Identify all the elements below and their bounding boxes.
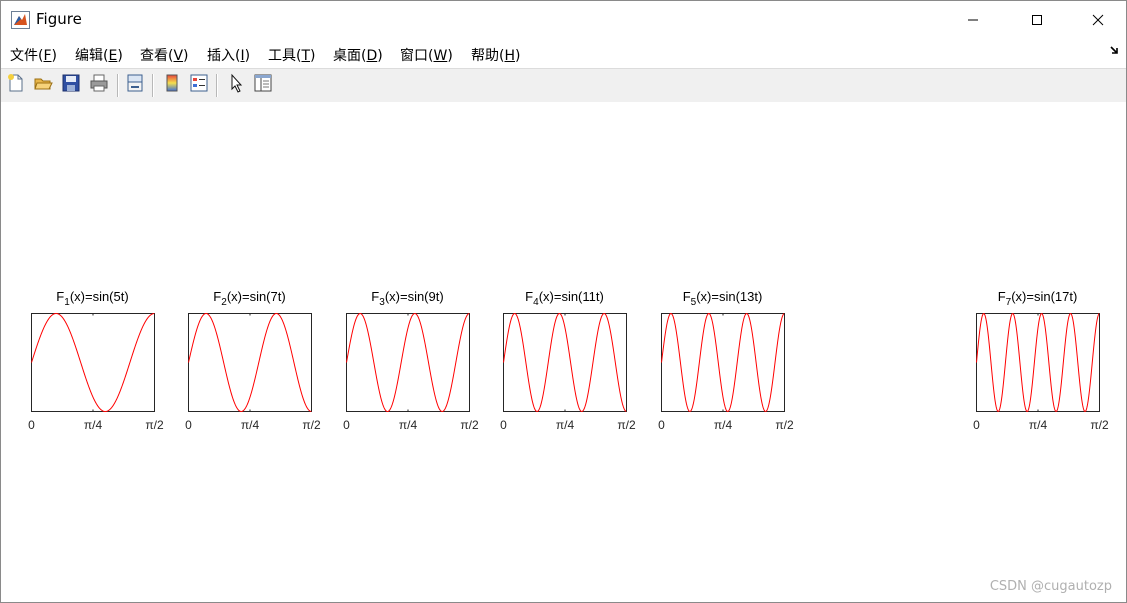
x-tick-label: π/4	[84, 418, 103, 432]
property-inspector-icon	[253, 73, 273, 97]
toolbar-separator	[152, 74, 154, 97]
subplot-title: F4(x)=sin(11t)	[525, 289, 604, 308]
subplot-axes: F1(x)=sin(5t) 0 π/4 π/2	[28, 289, 164, 432]
colorbar-button[interactable]	[161, 74, 183, 96]
menu-help[interactable]: 帮助(H)	[471, 45, 520, 65]
x-tick-label: 0	[973, 418, 980, 432]
toolbar-separator	[117, 74, 119, 97]
open-file-button[interactable]	[32, 74, 54, 96]
subplot-title: F2(x)=sin(7t)	[213, 289, 285, 308]
subplot-axes: F4(x)=sin(11t) 0 π/4 π/2	[500, 289, 636, 432]
close-button[interactable]	[1075, 1, 1121, 39]
x-tick-label: π/2	[145, 418, 164, 432]
dock-figure-icon[interactable]	[1109, 44, 1121, 59]
subplot-axes: F2(x)=sin(7t) 0 π/4 π/2	[185, 289, 321, 432]
edit-plot-icon	[226, 73, 246, 97]
title-bar[interactable]: Figure	[1, 1, 1126, 39]
x-tick-label: π/4	[556, 418, 575, 432]
menu-bar: 文件(F) 编辑(E) 查看(V) 插入(I) 工具(T) 桌面(D) 窗口(W…	[1, 39, 1126, 68]
subplot-title: F5(x)=sin(13t)	[683, 289, 763, 308]
menu-insert[interactable]: 插入(I)	[207, 45, 250, 65]
watermark: CSDN @cugautozp	[989, 579, 1112, 594]
legend-icon	[189, 73, 209, 97]
x-tick-label: π/2	[617, 418, 636, 432]
menu-view[interactable]: 查看(V)	[140, 45, 189, 65]
toolbar-separator	[216, 74, 218, 97]
window-title: Figure	[36, 10, 82, 28]
edit-plot-button[interactable]	[225, 73, 247, 97]
property-inspector-button[interactable]	[252, 74, 274, 96]
subplot-axes: F5(x)=sin(13t) 0 π/4 π/2	[658, 289, 794, 432]
new-figure-button[interactable]	[5, 74, 27, 96]
link-plot-button[interactable]	[124, 74, 146, 96]
x-tick-label: 0	[28, 418, 35, 432]
x-tick-label: π/2	[775, 418, 794, 432]
figure-canvas: F1(x)=sin(5t) 0 π/4 π/2 F2(x)=sin(7t) 0 π/4 π/2…	[1, 102, 1126, 602]
menu-tools[interactable]: 工具(T)	[268, 45, 316, 65]
x-tick-label: π/2	[460, 418, 479, 432]
save-icon	[61, 73, 81, 97]
x-tick-label: π/4	[714, 418, 733, 432]
matlab-icon	[11, 11, 30, 29]
minimize-button[interactable]	[950, 1, 996, 39]
maximize-icon	[1031, 11, 1043, 30]
figure-toolbar	[1, 68, 1126, 103]
x-tick-label: 0	[500, 418, 507, 432]
minimize-icon	[967, 11, 979, 30]
menu-desktop[interactable]: 桌面(D)	[333, 45, 383, 65]
subplot-axes: F3(x)=sin(9t) 0 π/4 π/2	[343, 289, 479, 432]
x-tick-label: π/2	[302, 418, 321, 432]
link-plot-icon	[125, 73, 145, 97]
new-figure-icon	[6, 73, 26, 97]
menu-file[interactable]: 文件(F)	[10, 45, 57, 65]
figure-window: Figure 文件(F) 编辑(E) 查看(V) 插入(I) 工具(T) 桌面(…	[0, 0, 1127, 603]
print-button[interactable]	[88, 74, 110, 96]
subplots: F1(x)=sin(5t) 0 π/4 π/2 F2(x)=sin(7t) 0 π/4 π/2…	[28, 289, 1109, 432]
subplot-title: F1(x)=sin(5t)	[56, 289, 128, 308]
subplot-title: F7(x)=sin(17t)	[998, 289, 1078, 308]
x-tick-label: 0	[343, 418, 350, 432]
print-icon	[89, 73, 109, 97]
x-tick-label: 0	[658, 418, 665, 432]
x-tick-label: π/2	[1090, 418, 1109, 432]
close-icon	[1092, 11, 1104, 30]
save-button[interactable]	[60, 74, 82, 96]
x-tick-label: 0	[185, 418, 192, 432]
subplot-axes: F7(x)=sin(17t) 0 π/4 π/2	[973, 289, 1109, 432]
subplot-title: F3(x)=sin(9t)	[371, 289, 443, 308]
x-tick-label: π/4	[399, 418, 418, 432]
maximize-button[interactable]	[1014, 1, 1060, 39]
colorbar-icon	[162, 73, 182, 97]
open-file-icon	[33, 73, 53, 97]
menu-window[interactable]: 窗口(W)	[400, 45, 453, 65]
x-tick-label: π/4	[241, 418, 260, 432]
legend-button[interactable]	[188, 74, 210, 96]
x-tick-label: π/4	[1029, 418, 1048, 432]
menu-edit[interactable]: 编辑(E)	[75, 45, 123, 65]
